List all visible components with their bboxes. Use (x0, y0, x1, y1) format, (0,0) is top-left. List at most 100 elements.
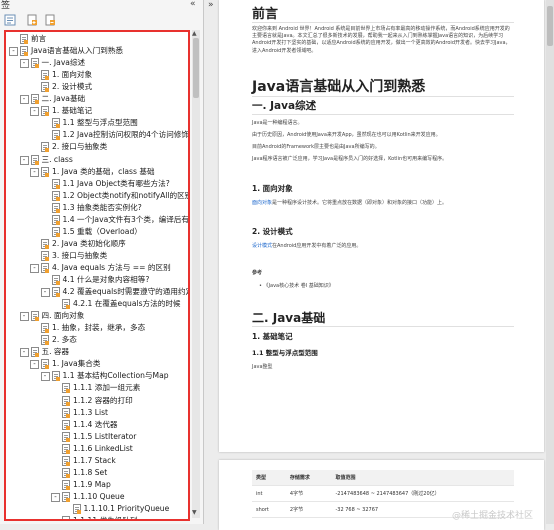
bookmark-page-icon (51, 190, 60, 201)
outline-item-label: 一. Java综述 (41, 58, 86, 68)
outline-icon[interactable] (4, 14, 16, 26)
outline-item[interactable]: 1.1 Java Object类有哪些方法? (6, 178, 188, 190)
scroll-up-icon[interactable]: ▲ (192, 30, 197, 37)
oop-link[interactable]: 面向对象 (252, 200, 272, 206)
outline-item[interactable]: 1.1.3 List (6, 407, 188, 419)
document-scrollbar[interactable] (546, 0, 554, 524)
outline-item[interactable]: - 4. Java equals 方法与 == 的区别 (6, 262, 188, 274)
outline-item[interactable]: 2. 设计模式 (6, 81, 188, 93)
bookmark-page-icon (51, 130, 60, 141)
outline-item-label: 1. 抽象，封装，继承，多态 (52, 323, 146, 333)
bookmark-page-icon (30, 94, 39, 105)
outline-item[interactable]: 1.2 Java控制访问权限的4个访问修饰符 (6, 129, 188, 141)
collapse-toggle-icon[interactable]: - (19, 348, 29, 358)
collapse-toggle-icon[interactable]: - (30, 263, 39, 273)
outline-item[interactable]: - 四. 面向对象 (6, 310, 188, 322)
outline-item[interactable]: - 4.2 覆盖equals时需要遵守的通用约定 (6, 286, 188, 298)
collapse-toggle-icon[interactable]: - (9, 47, 18, 57)
table-header-cell: 类型 (252, 470, 286, 486)
bookmark-page-icon (41, 262, 49, 273)
outline-item[interactable]: - 1. 基础笔记 (6, 105, 188, 117)
collapse-toggle-icon[interactable]: - (30, 167, 39, 177)
expand-pane-icon[interactable]: » (208, 0, 214, 10)
outline-item[interactable]: 1.2 Object类notify和notifyAll的区别 (6, 190, 188, 202)
outline-scrollbar[interactable]: ▲ ▼ (192, 30, 200, 518)
outline-item-label: 3. 接口与抽象类 (52, 250, 108, 260)
outline-item[interactable]: - 五. 容器 (6, 346, 188, 358)
outline-item[interactable]: - 1.1.10 Queue (6, 491, 188, 503)
outline-item[interactable]: 1.3 抽象类能否实例化? (6, 202, 188, 214)
collapse-icon[interactable] (44, 14, 56, 26)
paragraph-text: 是一种程序设计技术。它将重点放在数据（即对象）和对象的接口（功能）上。 (272, 200, 448, 206)
scrollbar-thumb[interactable] (193, 38, 199, 98)
outline-item[interactable]: 1.1.10.1 PriorityQueue (6, 503, 188, 515)
outline-item[interactable]: 4.2.1 在覆盖equals方法的时候 (6, 298, 188, 310)
scrollbar-thumb[interactable] (547, 6, 553, 46)
outline-item-label: 4.1 什么是对象内容相等? (62, 275, 150, 284)
paragraph: 由于历史原因，Android使用Java来开发App，虽然现在也可以用Kotli… (252, 132, 441, 138)
section-heading: 一. Java综述 (252, 100, 317, 112)
collapse-toggle-icon[interactable]: - (30, 107, 39, 117)
paragraph: Java程序语言被广泛应用，学习Java是程序员入门的好选择，Kotlin也可用… (252, 156, 448, 162)
outline-item[interactable]: 1.1.6 LinkedList (6, 443, 188, 455)
paragraph: 设计模式在Android应用开发中有着广泛的应用。 (252, 242, 361, 249)
collapse-toggle-icon[interactable]: - (19, 95, 29, 105)
divider (252, 326, 514, 327)
outline-item[interactable]: - 二. Java基础 (6, 93, 188, 105)
outline-item[interactable]: 1.1.9 Map (6, 479, 188, 491)
outline-item-label: 1.1.10 Queue (73, 491, 125, 501)
scroll-down-icon[interactable]: ▼ (192, 509, 197, 516)
reference-item: • 《Java核心技术 卷I 基础知识》 (259, 282, 334, 289)
collapse-toggle-icon[interactable]: - (30, 360, 39, 370)
outline-item[interactable]: - 三. class (6, 154, 188, 166)
outline-item[interactable]: 2. 多态 (6, 334, 188, 346)
collapse-pane-icon[interactable]: « (190, 0, 196, 9)
outline-item[interactable]: 2. Java 类初始化顺序 (6, 238, 188, 250)
outline-item[interactable]: - 一. Java综述 (6, 57, 188, 69)
collapse-toggle-icon[interactable]: - (19, 155, 29, 165)
design-pattern-link[interactable]: 设计模式 (252, 243, 272, 249)
outline-item[interactable]: 4.1 什么是对象内容相等? (6, 274, 188, 286)
outline-item[interactable]: 3. 接口与抽象类 (6, 250, 188, 262)
outline-item[interactable]: 1.4 一个Java文件有3个类，编译后有几个class文件 (6, 214, 188, 226)
outline-item[interactable]: 1.1.7 Stack (6, 455, 188, 467)
outline-item[interactable]: - 1. Java 类的基础，class 基础 (6, 166, 188, 178)
outline-item[interactable]: 1.1.2 容器的打印 (6, 395, 188, 407)
expand-icon[interactable] (26, 14, 38, 26)
reference-item-text: 《Java核心技术 卷I 基础知识》 (263, 283, 334, 289)
outline-toolbar (0, 12, 203, 30)
outline-item[interactable]: 1.5 重载（Overload） (6, 226, 188, 238)
outline-item[interactable]: - 1.1 基本结构Collection与Map (6, 370, 188, 382)
table-cell: -2147483648 ~ 2147483647（刚过20亿） (331, 485, 514, 502)
bookmark-page-icon (72, 503, 81, 514)
collapse-toggle-icon[interactable]: - (51, 492, 60, 502)
outline-item-label: 1.1.11 优先级队列 (73, 516, 138, 521)
table-cell: 4字节 (285, 485, 332, 502)
outline-item[interactable]: 1. 面向对象 (6, 69, 188, 81)
outline-item-label: 1.2 Object类notify和notifyAll的区别 (62, 190, 190, 200)
outline-item-label: 1.2 Java控制访问权限的4个访问修饰符 (62, 130, 190, 140)
outline-item[interactable]: 1. 抽象，封装，继承，多态 (6, 322, 188, 334)
outline-item[interactable]: 2. 接口与抽象类 (6, 141, 188, 153)
outline-item[interactable]: - 1. Java集合类 (6, 358, 188, 370)
outline-item[interactable]: 前言 (6, 33, 188, 45)
outline-item[interactable]: 1.1 整型与浮点型范围 (6, 117, 188, 129)
outline-item[interactable]: 1.1.4 迭代器 (6, 419, 188, 431)
outline-item[interactable]: 1.1.8 Set (6, 467, 188, 479)
divider (252, 22, 514, 23)
outline-header-label: 签 (1, 1, 11, 11)
outline-item[interactable]: 1.1.5 ListIterator (6, 431, 188, 443)
outline-item-label: 1.5 重载（Overload） (62, 226, 142, 236)
subsection-heading: 2. 设计模式 (252, 227, 293, 236)
outline-item[interactable]: - Java语言基础从入门到熟悉 (6, 45, 188, 57)
outline-item[interactable]: 1.1.1 添加一组元素 (6, 382, 188, 394)
collapse-toggle-icon[interactable]: - (19, 59, 29, 69)
collapse-toggle-icon[interactable]: - (40, 288, 50, 298)
outline-item-label: 1.1 基本结构Collection与Map (62, 371, 169, 381)
bookmark-page-icon (51, 275, 60, 285)
collapse-toggle-icon[interactable]: - (19, 312, 29, 322)
outline-item-label: 1.1.3 List (73, 407, 109, 417)
collapse-toggle-icon[interactable]: - (40, 372, 50, 382)
table-cell: 2字节 (285, 501, 332, 518)
outline-item[interactable]: 1.1.11 优先级队列 (6, 515, 188, 521)
